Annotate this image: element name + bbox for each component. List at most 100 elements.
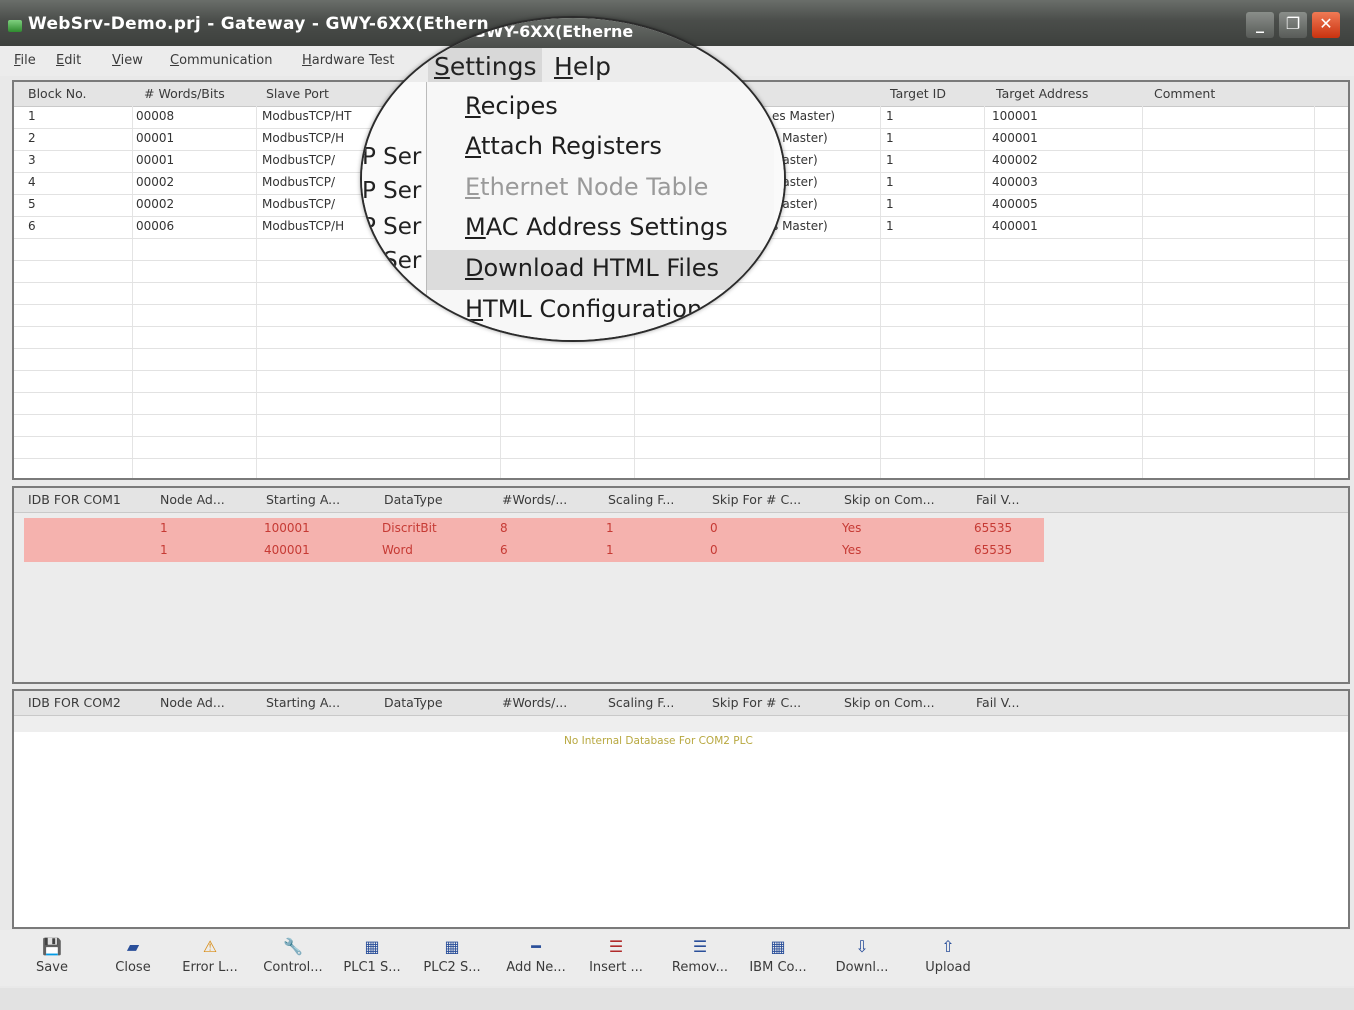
minimize-button[interactable]: _ <box>1246 12 1274 38</box>
col-skip-for[interactable]: Skip For # C... <box>712 695 801 710</box>
menu-item-mac-address-settings[interactable]: MAC Address Settings <box>465 213 728 241</box>
close-label: Close <box>115 960 151 975</box>
cell-block: 6 <box>28 219 36 233</box>
empty-row[interactable] <box>14 348 1348 371</box>
empty-row[interactable] <box>14 370 1348 393</box>
cell-words: 6 <box>500 543 508 557</box>
col-scaling[interactable]: Scaling F... <box>608 695 674 710</box>
col-words-bits[interactable]: # Words/Bits <box>144 86 225 101</box>
com2-database-table: IDB FOR COM2 Node Ad... Starting A... Da… <box>12 689 1350 929</box>
col-fail-value[interactable]: Fail V... <box>976 492 1019 507</box>
col-block-no[interactable]: Block No. <box>28 86 87 101</box>
col-target-address[interactable]: Target Address <box>996 86 1088 101</box>
col-skip-on-com[interactable]: Skip on Com... <box>844 695 935 710</box>
col-target-id[interactable]: Target ID <box>890 86 946 101</box>
table-row[interactable]: 1 400001 Word 6 1 0 Yes 65535 <box>24 540 1044 562</box>
cell-port: ModbusTCP/ <box>262 153 336 167</box>
empty-message: No Internal Database For COM2 PLC <box>564 735 753 747</box>
upload-button[interactable]: ⇧ Upload <box>912 934 984 976</box>
floppy-icon: 💾 <box>42 937 62 956</box>
cell-target-id: 1 <box>886 109 894 123</box>
cell-words: 00002 <box>136 175 175 189</box>
cell-skip-com: Yes <box>842 543 862 557</box>
magnified-window-title: ay - GWY-6XX(Etherne <box>434 22 634 41</box>
col-datatype[interactable]: DataType <box>384 695 443 710</box>
cell-start: 400001 <box>264 543 310 557</box>
cell-target-id: 1 <box>886 219 894 233</box>
download-icon: ⇩ <box>855 937 869 956</box>
col-comment[interactable]: Comment <box>1154 86 1215 101</box>
remove-label: Remov... <box>671 960 729 975</box>
menu-item-download-html-files[interactable]: Download HTML Files <box>465 254 719 282</box>
menu-view[interactable]: View <box>112 53 143 68</box>
save-button[interactable]: 💾 Save <box>16 934 88 976</box>
empty-row[interactable] <box>14 414 1348 437</box>
remove-button[interactable]: ☰ Remov... <box>664 934 736 976</box>
cell-words: 00006 <box>136 219 175 233</box>
plc1-label: PLC1 S... <box>343 960 401 975</box>
empty-row[interactable] <box>14 436 1348 459</box>
upload-label: Upload <box>925 960 971 975</box>
col-fail-value[interactable]: Fail V... <box>976 695 1019 710</box>
col-datatype[interactable]: DataType <box>384 492 443 507</box>
background-text: P Ser <box>362 144 422 170</box>
close-project-button[interactable]: ▰ Close <box>97 934 169 976</box>
insert-button[interactable]: ☰ Insert ... <box>580 934 652 976</box>
cell-words: 00001 <box>136 153 175 167</box>
empty-row[interactable] <box>14 392 1348 415</box>
col-idb-com2[interactable]: IDB FOR COM2 <box>28 695 121 710</box>
col-node-address[interactable]: Node Ad... <box>160 492 225 507</box>
cell-words: 00008 <box>136 109 175 123</box>
close-icon: ▰ <box>126 937 140 956</box>
col-starting-address[interactable]: Starting A... <box>266 695 340 710</box>
cell-target-id: 1 <box>886 131 894 145</box>
cell-target-address: 400001 <box>992 131 1038 145</box>
ibm-config-button[interactable]: ▦ IBM Co... <box>742 934 814 976</box>
control-button[interactable]: 🔧 Control... <box>257 934 329 976</box>
menu-file[interactable]: File <box>14 53 36 68</box>
col-words[interactable]: #Words/... <box>502 492 567 507</box>
menu-item-html-configuration[interactable]: HTML Configuration <box>465 295 702 323</box>
col-node-address[interactable]: Node Ad... <box>160 695 225 710</box>
cell-scaling: 1 <box>606 543 614 557</box>
cell-fail: 65535 <box>974 521 1013 535</box>
col-starting-address[interactable]: Starting A... <box>266 492 340 507</box>
cell-scaling: 1 <box>606 521 614 535</box>
cell-port: ModbusTCP/H <box>262 131 345 145</box>
cell-datatype: DiscritBit <box>382 521 437 535</box>
app-icon <box>8 20 22 32</box>
close-button[interactable]: ✕ <box>1312 12 1340 38</box>
cell-port: ModbusTCP/ <box>262 175 336 189</box>
cell-block: 2 <box>28 131 36 145</box>
col-words[interactable]: #Words/... <box>502 695 567 710</box>
magnifier-callout: ay - GWY-6XX(Etherne Settings Help P Ser… <box>360 16 786 342</box>
magnified-table-left: P Ser P Ser P Ser P Ser <box>362 82 426 340</box>
col-slave-port[interactable]: Slave Port <box>266 86 329 101</box>
col-skip-for[interactable]: Skip For # C... <box>712 492 801 507</box>
cell-node: 1 <box>160 543 168 557</box>
cell-block: 1 <box>28 109 36 123</box>
plc1-settings-button[interactable]: ▦ PLC1 S... <box>336 934 408 976</box>
plc2-settings-button[interactable]: ▦ PLC2 S... <box>416 934 488 976</box>
com1-database-table: IDB FOR COM1 Node Ad... Starting A... Da… <box>12 486 1350 684</box>
download-button[interactable]: ⇩ Downl... <box>826 934 898 976</box>
magnified-title-bar: ay - GWY-6XX(Etherne <box>362 18 784 48</box>
menu-settings[interactable]: Settings <box>434 52 537 81</box>
maximize-button[interactable]: ❐ <box>1279 12 1307 38</box>
menu-item-attach-registers[interactable]: Attach Registers <box>465 132 662 160</box>
error-log-label: Error L... <box>182 960 238 975</box>
menu-item-recipes[interactable]: Recipes <box>465 92 558 120</box>
error-log-button[interactable]: ⚠ Error L... <box>174 934 246 976</box>
menu-communication[interactable]: Communication <box>170 53 272 68</box>
cell-node: 1 <box>160 521 168 535</box>
col-idb-com1[interactable]: IDB FOR COM1 <box>28 492 121 507</box>
cell-block: 5 <box>28 197 36 211</box>
menu-edit[interactable]: Edit <box>56 53 81 68</box>
remove-row-icon: ☰ <box>692 937 708 956</box>
add-new-button[interactable]: ━ Add Ne... <box>500 934 572 976</box>
col-skip-on-com[interactable]: Skip on Com... <box>844 492 935 507</box>
table-row[interactable]: 1 100001 DiscritBit 8 1 0 Yes 65535 <box>24 518 1044 540</box>
col-scaling[interactable]: Scaling F... <box>608 492 674 507</box>
insert-row-icon: ☰ <box>608 937 624 956</box>
menu-help[interactable]: Help <box>554 52 611 81</box>
